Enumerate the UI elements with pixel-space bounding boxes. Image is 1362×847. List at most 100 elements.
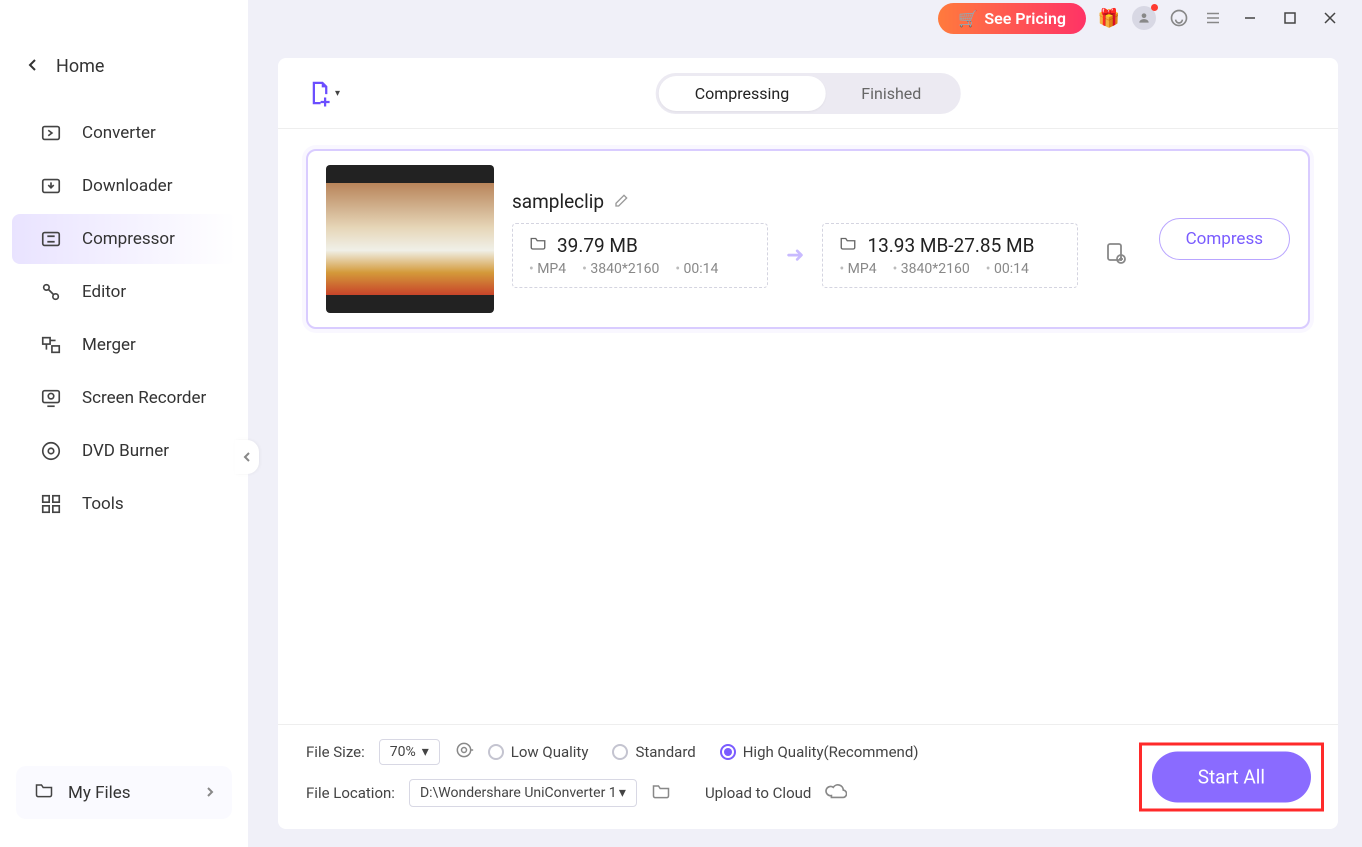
sidebar-toggle[interactable] (235, 440, 259, 474)
radio-label: Low Quality (511, 743, 589, 761)
main-panel: ▾ Compressing Finished sampleclip (278, 58, 1338, 829)
folder-icon (529, 234, 547, 257)
sidebar-item-label: DVD Burner (82, 441, 169, 461)
file-title-row: sampleclip (512, 190, 1141, 213)
radio-low-quality[interactable]: Low Quality (488, 743, 589, 761)
radio-high-quality[interactable]: High Quality(Recommend) (720, 743, 919, 761)
upload-cloud-label: Upload to Cloud (705, 784, 811, 802)
maximize-button[interactable] (1276, 4, 1304, 32)
dvd-burner-icon (40, 440, 62, 462)
sidebar-item-label: Editor (82, 282, 126, 302)
file-size-select[interactable]: 70% ▾ (379, 739, 440, 765)
user-avatar[interactable] (1132, 6, 1156, 30)
file-location-label: File Location: (306, 784, 395, 802)
back-icon (28, 56, 38, 77)
target-size: 13.93 MB-27.85 MB (867, 234, 1034, 257)
menu-icon[interactable] (1202, 7, 1224, 29)
open-folder-icon[interactable] (651, 781, 671, 806)
quality-radio-group: Low Quality Standard High Quality(Recomm… (488, 743, 919, 761)
radio-label: High Quality(Recommend) (743, 743, 919, 761)
file-card: sampleclip 39.79 MB MP4 3840*2160 (306, 149, 1310, 329)
output-settings-icon[interactable] (1104, 241, 1128, 271)
minimize-button[interactable] (1236, 4, 1264, 32)
target-format: MP4 (839, 261, 876, 277)
cart-icon: 🛒 (958, 9, 978, 28)
screen-recorder-icon (40, 387, 62, 409)
radio-dot (488, 744, 504, 760)
file-name: sampleclip (512, 190, 604, 213)
sidebar-item-label: Tools (82, 494, 124, 514)
target-spec-box: 13.93 MB-27.85 MB MP4 3840*2160 00:14 (822, 223, 1078, 288)
compressor-icon (40, 228, 62, 250)
video-thumbnail[interactable] (326, 165, 494, 313)
file-card-body: sampleclip 39.79 MB MP4 3840*2160 (512, 190, 1141, 288)
source-spec-box: 39.79 MB MP4 3840*2160 00:14 (512, 223, 768, 288)
sidebar-item-editor[interactable]: Editor (12, 267, 236, 317)
gift-icon[interactable]: 🎁 (1098, 7, 1120, 29)
sidebar-item-label: Compressor (82, 229, 175, 249)
tab-compressing[interactable]: Compressing (659, 76, 826, 111)
sidebar-item-screen-recorder[interactable]: Screen Recorder (12, 373, 236, 423)
home-label: Home (56, 56, 104, 77)
my-files-label: My Files (68, 783, 131, 803)
chevron-down-icon: ▾ (422, 744, 429, 760)
person-icon (1137, 11, 1151, 25)
target-resolution: 3840*2160 (893, 261, 970, 277)
chevron-right-icon (206, 783, 214, 803)
tab-pill: Compressing Finished (656, 73, 961, 114)
source-format: MP4 (529, 261, 566, 277)
sidebar-item-compressor[interactable]: Compressor (12, 214, 236, 264)
chevron-left-icon (243, 451, 251, 463)
folder-icon (839, 234, 857, 257)
merger-icon (40, 334, 62, 356)
file-location-value: D:\Wondershare UniConverter 1 (420, 785, 617, 801)
compress-button[interactable]: Compress (1159, 218, 1290, 260)
sidebar-item-merger[interactable]: Merger (12, 320, 236, 370)
source-resolution: 3840*2160 (582, 261, 659, 277)
radio-dot (720, 744, 736, 760)
folder-icon (34, 780, 54, 805)
footer: File Size: 70% ▾ Low Quality Standard (278, 724, 1338, 829)
pricing-label: See Pricing (984, 9, 1066, 28)
sidebar-item-dvd-burner[interactable]: DVD Burner (12, 426, 236, 476)
chevron-down-icon: ▾ (619, 785, 626, 801)
file-list: sampleclip 39.79 MB MP4 3840*2160 (278, 129, 1338, 724)
sidebar-item-label: Converter (82, 123, 156, 143)
edit-name-icon[interactable] (614, 192, 630, 212)
sidebar-item-label: Merger (82, 335, 136, 355)
sidebar-item-label: Screen Recorder (82, 388, 206, 408)
tools-icon (40, 493, 62, 515)
chevron-down-icon: ▾ (335, 88, 340, 99)
source-duration: 00:14 (675, 261, 718, 277)
home-nav[interactable]: Home (0, 40, 248, 105)
sidebar-item-converter[interactable]: Converter (12, 108, 236, 158)
sidebar: Home Converter Downloader Compressor Edi… (0, 0, 248, 847)
sidebar-item-downloader[interactable]: Downloader (12, 161, 236, 211)
start-all-button[interactable]: Start All (1152, 752, 1311, 803)
file-location-select[interactable]: D:\Wondershare UniConverter 1 ▾ (409, 779, 637, 807)
file-size-label: File Size: (306, 743, 365, 761)
see-pricing-button[interactable]: 🛒 See Pricing (938, 3, 1086, 34)
arrow-icon: ➜ (786, 243, 804, 268)
advanced-settings-icon[interactable] (454, 740, 474, 765)
start-all-highlight: Start All (1139, 743, 1324, 812)
radio-standard-quality[interactable]: Standard (612, 743, 695, 761)
spec-boxes: 39.79 MB MP4 3840*2160 00:14 ➜ 13.93 MB-… (512, 223, 1141, 288)
tabs-row: ▾ Compressing Finished (278, 58, 1338, 129)
radio-dot (612, 744, 628, 760)
cloud-icon[interactable] (825, 780, 847, 807)
sidebar-item-tools[interactable]: Tools (12, 479, 236, 529)
tab-finished[interactable]: Finished (825, 76, 957, 111)
support-icon[interactable] (1168, 7, 1190, 29)
my-files-button[interactable]: My Files (16, 766, 232, 819)
file-size-value: 70% (390, 744, 416, 760)
radio-label: Standard (635, 743, 695, 761)
close-button[interactable] (1316, 4, 1344, 32)
add-file-button[interactable]: ▾ (306, 76, 340, 110)
target-duration: 00:14 (986, 261, 1029, 277)
converter-icon (40, 122, 62, 144)
sidebar-item-label: Downloader (82, 176, 172, 196)
add-file-icon (306, 79, 333, 107)
source-size: 39.79 MB (557, 234, 638, 257)
downloader-icon (40, 175, 62, 197)
